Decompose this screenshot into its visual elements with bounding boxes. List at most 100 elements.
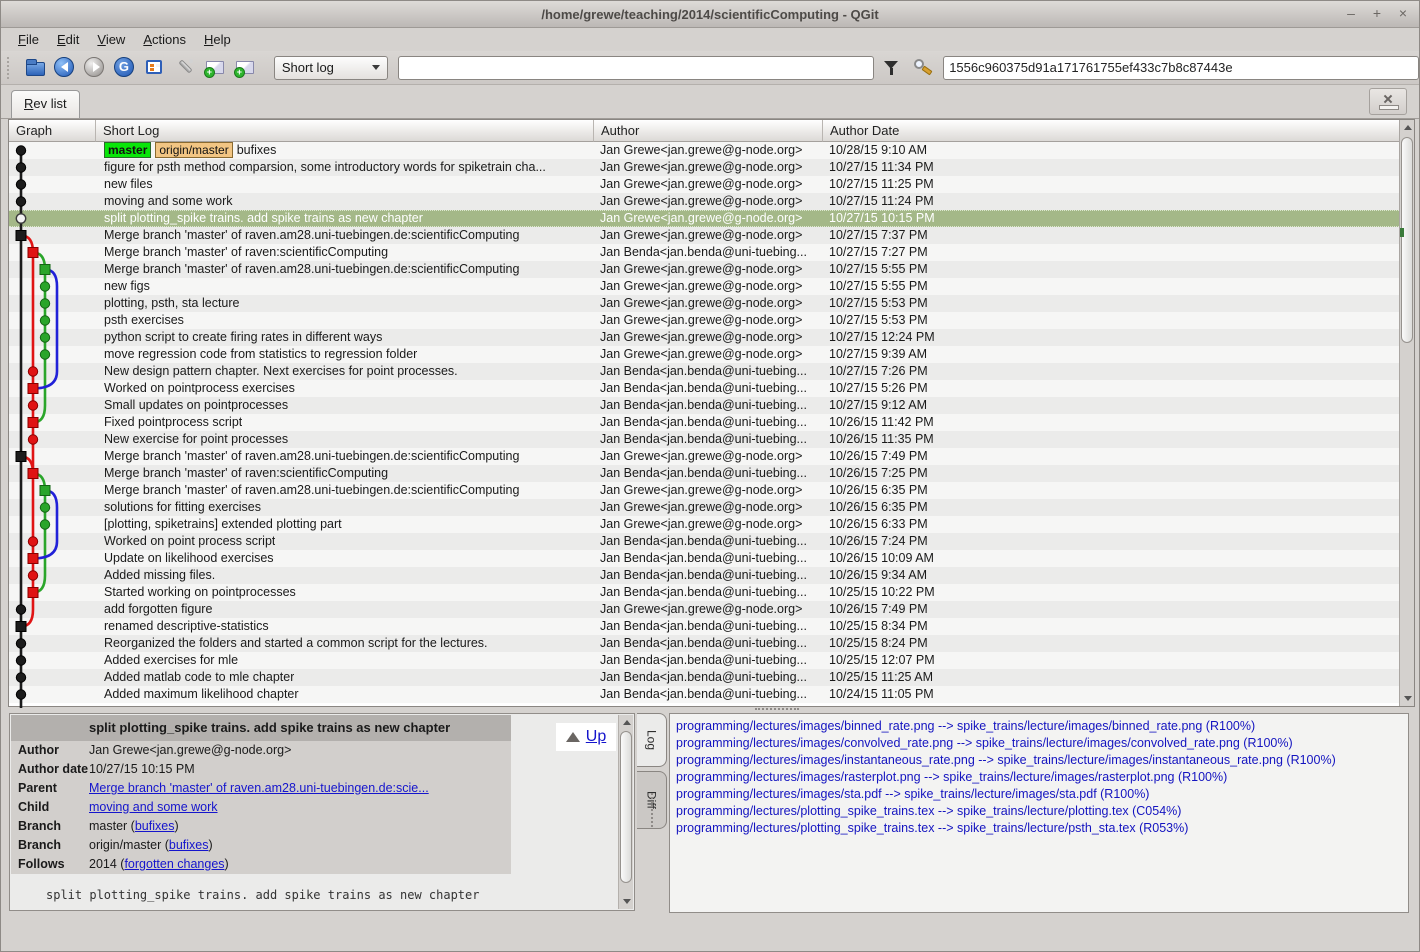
commit-row[interactable]: new files Jan Grewe<jan.grewe@g-node.org…	[9, 176, 1399, 193]
open-folder-icon[interactable]	[22, 54, 48, 82]
detail-link[interactable]: bufixes	[169, 838, 209, 852]
menu-item-edit[interactable]: Edit	[48, 29, 88, 50]
detail-link[interactable]: Merge branch 'master' of raven.am28.uni-…	[89, 781, 429, 795]
commit-row[interactable]: move regression code from statistics to …	[9, 346, 1399, 363]
commit-row[interactable]: Update on likelihood exercises Jan Benda…	[9, 550, 1399, 567]
commit-row[interactable]: solutions for fitting exercises Jan Grew…	[9, 499, 1399, 516]
scroll-down-icon[interactable]	[1400, 692, 1415, 706]
commit-row[interactable]: New exercise for point processes Jan Ben…	[9, 431, 1399, 448]
commit-row[interactable]: Reorganized the folders and started a co…	[9, 635, 1399, 652]
up-link[interactable]: Up	[586, 728, 606, 746]
commit-row[interactable]: Added missing files. Jan Benda<jan.benda…	[9, 567, 1399, 584]
wand-icon[interactable]	[172, 54, 198, 82]
search-input[interactable]	[398, 56, 875, 80]
tab-rev-list[interactable]: Rev list	[11, 90, 80, 118]
minimize-button[interactable]: –	[1343, 6, 1359, 22]
view-icon[interactable]	[142, 54, 168, 82]
commit-row[interactable]: Started working on pointprocesses Jan Be…	[9, 584, 1399, 601]
menu-item-help[interactable]: Help	[195, 29, 240, 50]
commit-row[interactable]: Fixed pointprocess script Jan Benda<jan.…	[9, 414, 1399, 431]
menu-item-view[interactable]: View	[88, 29, 134, 50]
close-button[interactable]: ×	[1395, 6, 1411, 22]
commit-row[interactable]: Merge branch 'master' of raven.am28.uni-…	[9, 448, 1399, 465]
highlight-search-icon[interactable]	[910, 55, 933, 81]
commit-row[interactable]: Worked on pointprocess exercises Jan Ben…	[9, 380, 1399, 397]
log-view-select[interactable]: Short log	[274, 56, 388, 80]
header-author-date[interactable]: Author Date	[823, 120, 1399, 142]
commit-row[interactable]: add forgotten figure Jan Grewe<jan.grewe…	[9, 601, 1399, 618]
commit-row[interactable]: plotting, psth, sta lecture Jan Grewe<ja…	[9, 295, 1399, 312]
sha-input[interactable]	[943, 56, 1419, 80]
close-tab-button[interactable]	[1369, 88, 1407, 115]
file-rename-entry[interactable]: programming/lectures/plotting_spike_trai…	[676, 803, 1402, 820]
commit-row[interactable]: python script to create firing rates in …	[9, 329, 1399, 346]
date-cell: 10/27/15 7:37 PM	[823, 227, 1399, 244]
commit-row[interactable]: [plotting, spiketrains] extended plottin…	[9, 516, 1399, 533]
detail-link[interactable]: moving and some work	[89, 800, 218, 814]
table-header: Graph Short Log Author Author Date	[9, 120, 1399, 142]
file-rename-entry[interactable]: programming/lectures/plotting_spike_trai…	[676, 820, 1402, 837]
date-cell: 10/25/15 11:25 AM	[823, 669, 1399, 686]
detail-field-value: origin/master (bufixes)	[89, 836, 511, 855]
home-icon[interactable]	[112, 54, 138, 82]
scrollbar-thumb[interactable]	[1401, 137, 1413, 343]
header-short-log[interactable]: Short Log	[96, 120, 594, 142]
graph-cell	[9, 465, 96, 482]
menu-item-actions[interactable]: Actions	[134, 29, 195, 50]
commit-row[interactable]: Added matlab code to mle chapter Jan Ben…	[9, 669, 1399, 686]
commit-row[interactable]: masterorigin/masterbufixes Jan Grewe<jan…	[9, 142, 1399, 159]
maximize-button[interactable]: +	[1369, 6, 1385, 22]
short-log-cell: Merge branch 'master' of raven.am28.uni-…	[96, 448, 594, 465]
rev-list-scrollbar[interactable]	[1399, 120, 1414, 706]
commit-row[interactable]: New design pattern chapter. Next exercis…	[9, 363, 1399, 380]
date-cell: 10/26/15 9:34 AM	[823, 567, 1399, 584]
commit-row[interactable]: Merge branch 'master' of raven:scientifi…	[9, 244, 1399, 261]
author-cell: Jan Benda<jan.benda@uni-tuebing...	[594, 635, 823, 652]
detail-link[interactable]: bufixes	[135, 819, 175, 833]
file-rename-entry[interactable]: programming/lectures/images/rasterplot.p…	[676, 769, 1402, 786]
commit-row[interactable]: Added exercises for mle Jan Benda<jan.be…	[9, 652, 1399, 669]
splitter-handle-vertical[interactable]	[651, 793, 656, 827]
graph-cell	[9, 397, 96, 414]
commit-row[interactable]: split plotting_spike trains. add spike t…	[9, 210, 1399, 227]
commit-row[interactable]: figure for psth method comparsion, some …	[9, 159, 1399, 176]
forward-icon[interactable]	[82, 54, 108, 82]
detail-scrollbar[interactable]	[618, 715, 633, 909]
commit-row[interactable]: Added maximum likelihood chapter Jan Ben…	[9, 686, 1399, 703]
title-bar: /home/grewe/teaching/2014/scientificComp…	[1, 1, 1419, 28]
scroll-up-icon[interactable]	[619, 715, 634, 729]
commit-row[interactable]: Merge branch 'master' of raven.am28.uni-…	[9, 261, 1399, 278]
detail-link[interactable]: forgotten changes	[124, 857, 224, 871]
detail-field-label: Parent	[11, 779, 89, 798]
up-control[interactable]: Up	[556, 723, 616, 751]
file-rename-entry[interactable]: programming/lectures/images/binned_rate.…	[676, 718, 1402, 735]
commit-row[interactable]: psth exercises Jan Grewe<jan.grewe@g-nod…	[9, 312, 1399, 329]
tab-log[interactable]: Log	[637, 713, 667, 767]
file-rename-entry[interactable]: programming/lectures/images/sta.pdf --> …	[676, 786, 1402, 803]
date-cell: 10/26/15 11:42 PM	[823, 414, 1399, 431]
menu-item-file[interactable]: File	[9, 29, 48, 50]
scrollbar-thumb[interactable]	[620, 731, 632, 883]
header-graph[interactable]: Graph	[9, 120, 96, 142]
commit-row[interactable]: new figs Jan Grewe<jan.grewe@g-node.org>…	[9, 278, 1399, 295]
commit-row[interactable]: Merge branch 'master' of raven:scientifi…	[9, 465, 1399, 482]
toolbar-handle[interactable]	[7, 57, 14, 79]
commit-row[interactable]: Merge branch 'master' of raven.am28.uni-…	[9, 482, 1399, 499]
filter-icon[interactable]	[880, 55, 903, 81]
graph-cell	[9, 601, 96, 618]
commit-row[interactable]: Worked on point process script Jan Benda…	[9, 533, 1399, 550]
apply-patch-icon[interactable]	[232, 54, 258, 82]
date-cell: 10/25/15 8:24 PM	[823, 635, 1399, 652]
header-author[interactable]: Author	[594, 120, 823, 142]
scroll-down-icon[interactable]	[619, 895, 634, 909]
file-rename-entry[interactable]: programming/lectures/images/instantaneou…	[676, 752, 1402, 769]
commit-row[interactable]: Merge branch 'master' of raven.am28.uni-…	[9, 227, 1399, 244]
back-icon[interactable]	[52, 54, 78, 82]
commit-row[interactable]: moving and some work Jan Grewe<jan.grewe…	[9, 193, 1399, 210]
save-patch-icon[interactable]	[202, 54, 228, 82]
commit-row[interactable]: renamed descriptive-statistics Jan Benda…	[9, 618, 1399, 635]
scroll-up-icon[interactable]	[1400, 120, 1415, 134]
commit-row[interactable]: Small updates on pointprocesses Jan Bend…	[9, 397, 1399, 414]
toolbar: Short log	[1, 51, 1419, 85]
file-rename-entry[interactable]: programming/lectures/images/convolved_ra…	[676, 735, 1402, 752]
